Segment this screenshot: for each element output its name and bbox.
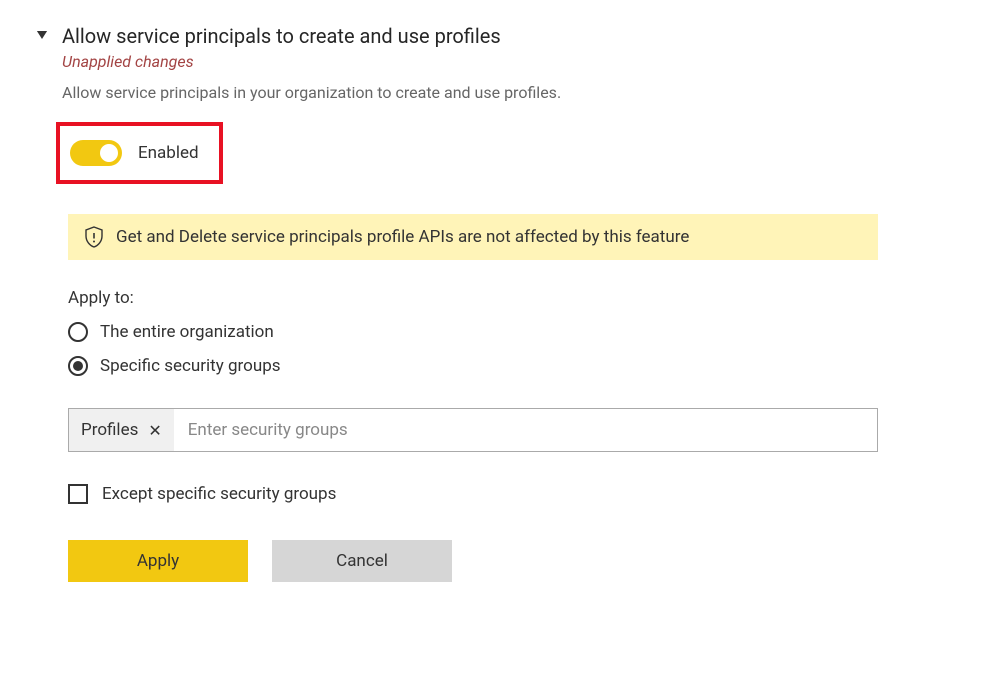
collapse-chevron-icon[interactable]: [37, 31, 47, 39]
except-security-groups-checkbox-row[interactable]: Except specific security groups: [68, 484, 981, 504]
setting-description: Allow service principals in your organiz…: [62, 83, 561, 102]
enabled-toggle[interactable]: [70, 140, 122, 166]
apply-to-label: Apply to:: [68, 288, 981, 308]
radio-icon: [68, 356, 88, 376]
apply-button[interactable]: Apply: [68, 540, 248, 582]
radio-icon: [68, 322, 88, 342]
setting-title: Allow service principals to create and u…: [62, 24, 561, 48]
checkbox-label: Except specific security groups: [102, 484, 336, 504]
enabled-toggle-highlight: Enabled: [56, 122, 223, 184]
warning-text: Get and Delete service principals profil…: [116, 227, 689, 247]
unapplied-changes-label: Unapplied changes: [62, 52, 561, 71]
toggle-knob: [100, 144, 118, 162]
radio-label: The entire organization: [100, 322, 274, 342]
remove-tag-icon[interactable]: ✕: [148, 421, 161, 440]
radio-specific-security-groups[interactable]: Specific security groups: [68, 356, 981, 376]
radio-selected-icon: [73, 361, 83, 371]
shield-warning-icon: [84, 226, 104, 248]
tag-label: Profiles: [81, 420, 138, 440]
security-groups-input[interactable]: [174, 409, 877, 451]
checkbox-icon: [68, 484, 88, 504]
security-groups-input-container[interactable]: Profiles ✕: [68, 408, 878, 452]
security-group-tag: Profiles ✕: [69, 409, 174, 451]
enabled-toggle-label: Enabled: [138, 143, 199, 163]
cancel-button[interactable]: Cancel: [272, 540, 452, 582]
radio-entire-organization[interactable]: The entire organization: [68, 322, 981, 342]
radio-label: Specific security groups: [100, 356, 281, 376]
warning-banner: Get and Delete service principals profil…: [68, 214, 878, 260]
